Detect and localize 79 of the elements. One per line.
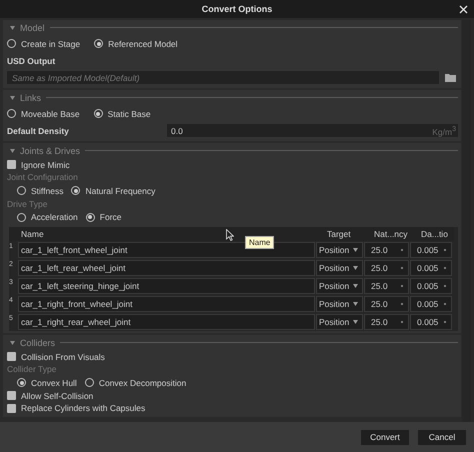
target-dropdown[interactable]: Position xyxy=(316,296,363,312)
radio-icon[interactable] xyxy=(84,378,94,387)
radio-option[interactable]: Convex Hull xyxy=(17,378,77,388)
tooltip: Name xyxy=(245,236,274,249)
radio-option[interactable]: Create in Stage xyxy=(7,38,80,48)
caret-icon[interactable] xyxy=(353,284,358,288)
number-field[interactable]: 0.005 xyxy=(410,278,452,294)
group-label: Joint Configuration xyxy=(7,172,78,182)
name-cell[interactable]: car_1_left_steering_hinge_joint xyxy=(18,278,315,294)
checkbox[interactable] xyxy=(7,352,16,361)
usd-output-field[interactable]: Same as Imported Model(Default) xyxy=(7,71,439,84)
radio-option[interactable]: Convex Decomposition xyxy=(84,378,186,388)
section-header: Joints & Drives xyxy=(20,146,80,156)
radio-icon[interactable] xyxy=(17,212,26,222)
collapse-triangle-icon[interactable] xyxy=(10,96,15,100)
unit-label: Kg/m$^{3}$ xyxy=(432,124,456,136)
radio-option[interactable]: Natural Frequency xyxy=(71,186,156,196)
target-dropdown[interactable]: Position xyxy=(316,260,363,276)
caret-icon[interactable] xyxy=(353,320,358,324)
checkbox[interactable] xyxy=(7,391,16,400)
radio-icon[interactable] xyxy=(94,109,103,118)
number-field[interactable]: 25.0 xyxy=(364,242,409,258)
caret-icon[interactable] xyxy=(353,302,358,306)
section-header: Links xyxy=(20,92,42,102)
radio-option[interactable]: Moveable Base xyxy=(7,108,80,118)
checkbox-option[interactable]: Ignore Mimic xyxy=(7,160,70,170)
radio-icon[interactable] xyxy=(7,39,16,48)
name-cell[interactable]: car_1_right_rear_wheel_joint xyxy=(18,314,315,330)
window-title: Convert Options xyxy=(202,4,272,14)
collapse-triangle-icon[interactable] xyxy=(10,148,15,152)
radio-option[interactable]: Referenced Model xyxy=(94,38,178,48)
checkbox-option[interactable]: Allow Self-Collision xyxy=(7,390,94,401)
section-header: Model xyxy=(20,22,45,32)
caret-icon[interactable] xyxy=(353,248,358,252)
number-field[interactable]: 25.0 xyxy=(364,314,409,330)
group-label: Drive Type xyxy=(7,198,48,209)
section-header: Colliders xyxy=(20,338,56,348)
field-label: USD Output xyxy=(7,56,56,66)
number-field[interactable]: 0.005 xyxy=(410,314,452,330)
radio-icon[interactable] xyxy=(17,186,26,195)
radio-icon[interactable] xyxy=(94,39,104,48)
density-field[interactable]: 0.0 Kg/m$^{3}$ xyxy=(167,124,458,137)
name-cell[interactable]: car_1_right_front_wheel_joint xyxy=(18,296,315,312)
convert-button[interactable]: Convert xyxy=(361,430,409,444)
radio-option[interactable]: Force xyxy=(86,212,122,222)
field-value: 0.0 xyxy=(171,126,183,136)
cancel-button[interactable]: Cancel xyxy=(418,430,466,444)
radio-icon[interactable] xyxy=(7,109,16,118)
caret-icon[interactable] xyxy=(353,266,358,270)
group-label: Collider Type xyxy=(7,364,56,374)
number-field[interactable]: 0.005 xyxy=(410,296,452,312)
target-dropdown[interactable]: Position xyxy=(316,242,363,258)
checkbox-option[interactable]: Replace Cylinders with Capsules xyxy=(7,403,146,414)
radio-icon[interactable] xyxy=(17,378,26,387)
name-cell[interactable]: car_1_left_rear_wheel_joint xyxy=(18,260,315,276)
target-dropdown[interactable]: Position xyxy=(316,314,363,330)
number-field[interactable]: 0.005 xyxy=(410,242,452,258)
column-header[interactable]: Da...tio xyxy=(407,229,449,239)
folder-icon[interactable] xyxy=(445,73,456,82)
number-field[interactable]: 0.005 xyxy=(410,260,452,276)
column-header[interactable]: Target xyxy=(315,229,362,239)
radio-option[interactable]: Static Base xyxy=(94,108,151,118)
checkbox-option[interactable]: Collision From Visuals xyxy=(7,352,105,362)
radio-icon[interactable] xyxy=(86,212,95,222)
collapse-triangle-icon[interactable] xyxy=(10,340,15,344)
target-dropdown[interactable]: Position xyxy=(316,278,363,294)
number-field[interactable]: 25.0 xyxy=(364,296,409,312)
collapse-triangle-icon[interactable] xyxy=(10,26,15,30)
number-field[interactable]: 25.0 xyxy=(364,260,409,276)
column-header[interactable]: Name xyxy=(18,229,315,239)
close-icon[interactable] xyxy=(459,5,468,14)
number-field[interactable]: 25.0 xyxy=(364,278,409,294)
radio-option[interactable]: Acceleration xyxy=(17,212,78,222)
radio-icon[interactable] xyxy=(71,186,80,195)
field-label: Default Density xyxy=(7,126,70,136)
checkbox[interactable] xyxy=(7,404,16,413)
column-header[interactable]: Nat...ncy xyxy=(362,229,407,239)
radio-option[interactable]: Stiffness xyxy=(17,186,64,196)
checkbox[interactable] xyxy=(7,160,16,169)
